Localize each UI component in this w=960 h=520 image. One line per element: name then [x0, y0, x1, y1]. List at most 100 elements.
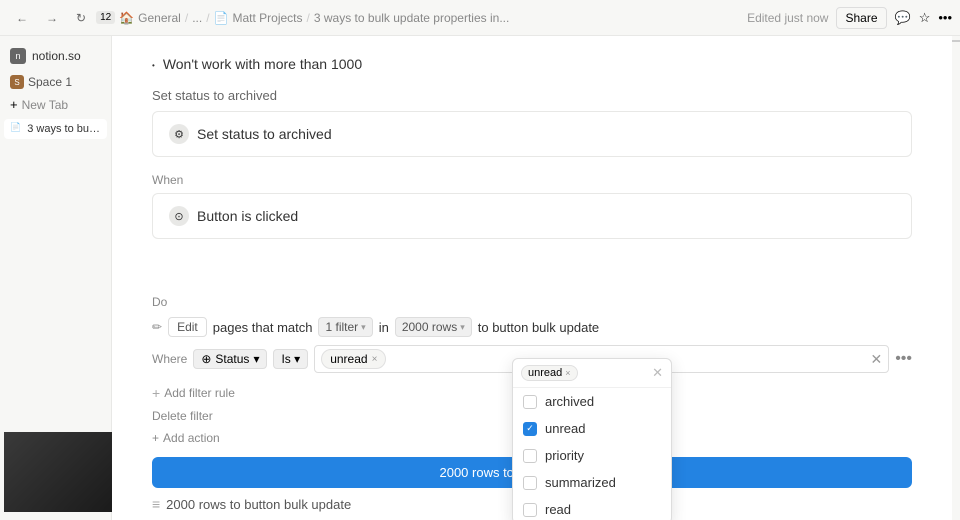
top-bar-left: ← → ↻ 12 🏠 General / ... / 📄 Matt Projec…: [8, 8, 743, 28]
dropdown-item-label-unread: unread: [545, 421, 585, 436]
rows-footer-icon: ≡: [152, 496, 160, 512]
workspace-name: notion.so: [32, 49, 81, 63]
rows-count-chip[interactable]: 2000 rows ▾: [395, 317, 472, 337]
do-label: Do: [152, 295, 912, 309]
main-layout: n notion.so S Space 1 + New Tab 📄 3 ways…: [0, 36, 960, 520]
add-action-label: Add action: [163, 431, 220, 445]
breadcrumb-home[interactable]: General: [138, 11, 181, 25]
doc-icon: 📄: [214, 11, 229, 25]
sidebar-workspace[interactable]: n notion.so: [4, 44, 107, 68]
dropdown-tag: unread ×: [521, 365, 578, 381]
to-text: to button bulk update: [478, 320, 599, 335]
card-gear-icon: ⚙: [169, 124, 189, 144]
dropdown-overlay: unread × ✕ archived ✓ unread priority summar…: [512, 358, 672, 520]
section-heading-1: Set status to archived: [152, 88, 912, 103]
new-tab-label: New Tab: [22, 98, 68, 112]
dropdown-tag-remove[interactable]: ×: [565, 368, 570, 378]
sidebar: n notion.so S Space 1 + New Tab 📄 3 ways…: [0, 36, 112, 520]
is-chip[interactable]: Is ▾: [273, 349, 308, 369]
button-clicked-text: Button is clicked: [197, 208, 298, 224]
where-label: Where: [152, 352, 187, 366]
status-chip[interactable]: ⊕ Status ▾: [193, 349, 267, 369]
content-area: • Won't work with more than 1000 Set sta…: [112, 36, 952, 520]
add-action-plus-icon: +: [152, 431, 159, 445]
camera-box: [4, 432, 116, 512]
filter-clear-icon[interactable]: ✕: [870, 351, 882, 368]
sidebar-space1[interactable]: S Space 1: [4, 72, 107, 92]
dropdown-item-read[interactable]: read: [513, 496, 671, 520]
breadcrumb-ellipsis[interactable]: ...: [192, 11, 202, 25]
dropdown-item-label-priority: priority: [545, 448, 584, 463]
share-button[interactable]: Share: [836, 7, 886, 29]
dropdown-item-label-summarized: summarized: [545, 475, 616, 490]
filter-tag-label: unread: [330, 352, 367, 366]
checkbox-unread: ✓: [523, 422, 537, 436]
filter-count-chip[interactable]: 1 filter ▾: [318, 317, 372, 337]
add-filter-plus-icon: +: [152, 385, 160, 401]
edit-row: ✏ Edit pages that match 1 filter ▾ in 20…: [152, 317, 912, 337]
in-text: in: [379, 320, 389, 335]
pencil-icon: ✏: [152, 320, 162, 334]
dropdown-item-priority[interactable]: priority: [513, 442, 671, 469]
bullet-text-1: Won't work with more than 1000: [163, 56, 362, 72]
dropdown-items-list: archived ✓ unread priority summarized read: [513, 388, 671, 520]
dropdown-clear-icon[interactable]: ✕: [652, 365, 663, 381]
dropdown-item-archived[interactable]: archived: [513, 388, 671, 415]
nav-counter: 12: [96, 11, 115, 24]
checkmark-icon: ✓: [526, 423, 534, 434]
new-tab-item[interactable]: + New Tab: [4, 94, 107, 115]
more-options-button[interactable]: •••: [895, 350, 912, 368]
space-icon: S: [10, 75, 24, 89]
checkbox-archived: [523, 395, 537, 409]
dropdown-item-label-read: read: [545, 502, 571, 517]
dropdown-item-label-archived: archived: [545, 394, 594, 409]
status-text: Status: [215, 352, 249, 366]
pages-match-text: pages that match: [213, 320, 313, 335]
more-icon[interactable]: •••: [938, 10, 952, 25]
star-icon[interactable]: ☆: [919, 10, 931, 26]
comment-icon[interactable]: 💬: [895, 10, 911, 26]
set-status-card: ⚙ Set status to archived: [152, 111, 912, 157]
checkbox-read: [523, 503, 537, 517]
add-filter-label: Add filter rule: [164, 386, 235, 400]
bullet-item-1: • Won't work with more than 1000: [152, 56, 912, 72]
breadcrumb-doc[interactable]: 3 ways to bulk update properties in...: [314, 11, 509, 25]
card-header: ⚙ Set status to archived: [169, 124, 895, 144]
dropdown-item-unread[interactable]: ✓ unread: [513, 415, 671, 442]
tab-nav-back[interactable]: ←: [8, 8, 36, 28]
active-doc-icon: 📄: [10, 122, 21, 136]
workspace-icon: n: [10, 48, 26, 64]
status-circle-icon: ⊕: [201, 352, 211, 366]
tab-refresh[interactable]: ↻: [68, 8, 94, 28]
bullet-icon: •: [152, 61, 155, 70]
plus-icon: +: [10, 97, 18, 112]
status-dropdown: unread × ✕ archived ✓ unread priority summar…: [512, 358, 672, 520]
tab-nav-forward[interactable]: →: [38, 8, 66, 28]
top-bar: ← → ↻ 12 🏠 General / ... / 📄 Matt Projec…: [0, 0, 960, 36]
status-arrow-icon: ▾: [253, 352, 259, 366]
breadcrumb-project[interactable]: Matt Projects: [233, 11, 303, 25]
dropdown-search-input[interactable]: [582, 366, 649, 380]
when-icon: ⊙: [169, 206, 189, 226]
checkbox-summarized: [523, 476, 537, 490]
edit-button[interactable]: Edit: [168, 317, 207, 337]
is-text: Is: [281, 352, 290, 366]
dropdown-tag-text: unread: [528, 367, 562, 379]
active-doc-label: 3 ways to bulk update p...: [27, 123, 101, 135]
filter-tag-remove[interactable]: ×: [372, 354, 378, 365]
rows-footer-text: 2000 rows to button bulk update: [166, 497, 351, 512]
dropdown-item-summarized[interactable]: summarized: [513, 469, 671, 496]
home-icon: 🏠: [119, 11, 134, 25]
tab-bar: ← → ↻ 12: [8, 8, 115, 28]
when-card-header: ⊙ Button is clicked: [169, 206, 895, 226]
camera-feed: [4, 432, 116, 512]
is-arrow-icon: ▾: [294, 352, 300, 366]
scrollbar[interactable]: [952, 36, 960, 520]
chip-arrow-icon: ▾: [361, 322, 366, 333]
rows-chip-arrow: ▾: [460, 322, 465, 333]
active-doc-item[interactable]: 📄 3 ways to bulk update p...: [4, 119, 107, 139]
filter-tag-unread: unread ×: [321, 349, 386, 369]
breadcrumb: 🏠 General / ... / 📄 Matt Projects / 3 wa…: [119, 11, 509, 25]
when-card: ⊙ Button is clicked: [152, 193, 912, 239]
dropdown-search-row: unread × ✕: [513, 359, 671, 388]
